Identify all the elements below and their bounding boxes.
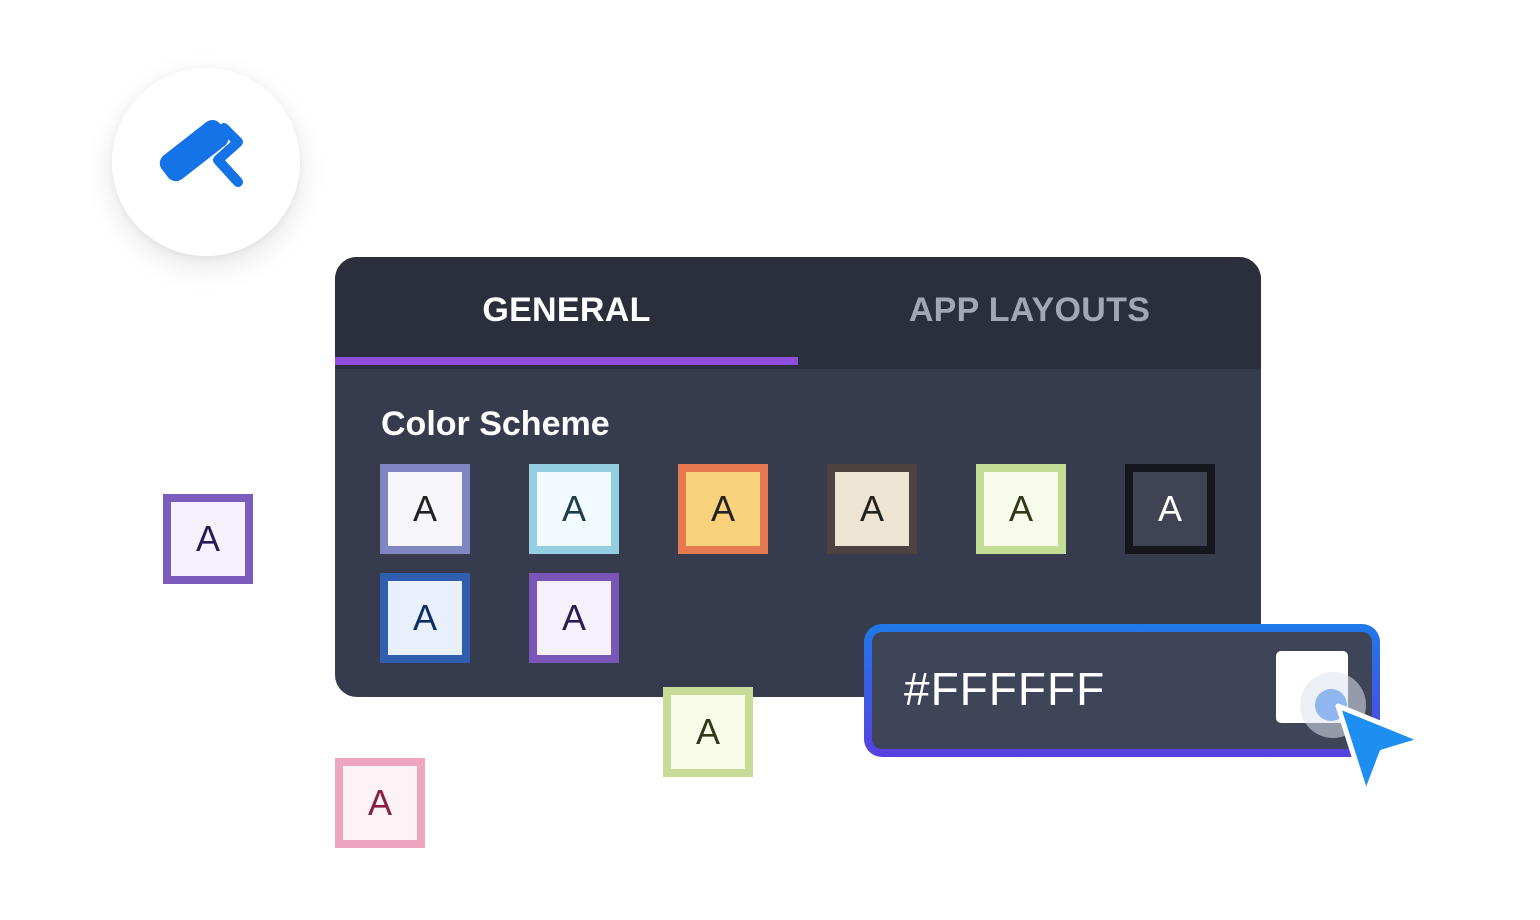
color-scheme-swatch-5[interactable]: A [976, 464, 1066, 554]
swatch-letter: A [1157, 488, 1182, 529]
swatch-letter: A [859, 488, 884, 529]
swatch-letter: A [195, 518, 220, 559]
swatch-letter: A [561, 597, 586, 638]
color-scheme-swatch-1[interactable]: A [380, 464, 470, 554]
color-scheme-swatch-4[interactable]: A [827, 464, 917, 554]
color-scheme-swatch-8[interactable]: A [529, 573, 619, 663]
color-scheme-swatch-7[interactable]: A [380, 573, 470, 663]
swatch-letter: A [710, 488, 735, 529]
paint-roller-icon [159, 120, 243, 187]
tab-app-layouts[interactable]: APP LAYOUTS [798, 257, 1261, 363]
floating-swatch-green: A [663, 687, 753, 777]
tab-bar: GENERAL APP LAYOUTS [335, 257, 1261, 369]
paint-roller-badge [112, 68, 300, 256]
hex-color-value[interactable]: #FFFFFF [904, 662, 1105, 716]
swatch-letter: A [561, 488, 586, 529]
active-tab-indicator [335, 357, 798, 365]
swatch-letter: A [412, 597, 437, 638]
swatch-letter: A [412, 488, 437, 529]
color-scheme-swatch-3[interactable]: A [678, 464, 768, 554]
floating-swatch-purple: A [163, 494, 253, 584]
color-scheme-heading: Color Scheme [381, 405, 610, 443]
swatch-letter: A [1008, 488, 1033, 529]
swatch-letter: A [367, 782, 392, 823]
color-scheme-swatch-6[interactable]: A [1125, 464, 1215, 554]
tab-general[interactable]: GENERAL [335, 257, 798, 363]
color-scheme-swatch-2[interactable]: A [529, 464, 619, 554]
cursor-arrow-icon [1335, 703, 1425, 797]
swatch-letter: A [695, 711, 720, 752]
floating-swatch-pink: A [335, 758, 425, 848]
